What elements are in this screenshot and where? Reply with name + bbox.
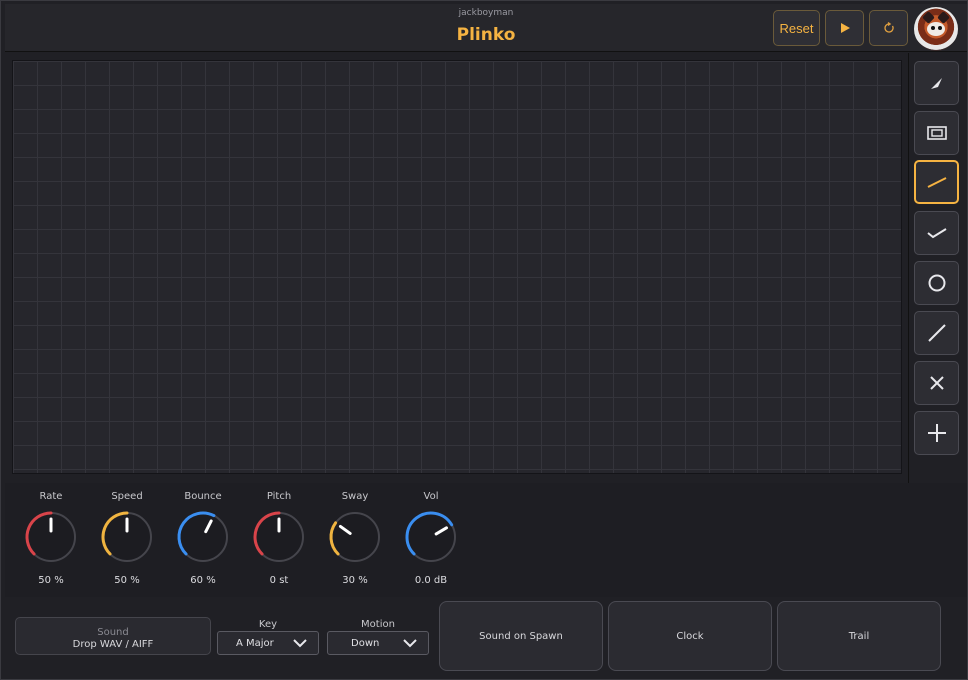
knob-value: 30 % bbox=[342, 575, 368, 586]
knob-panel: Rate 50 % Speed 50 % Bounce 60 % Pitch 0… bbox=[5, 483, 967, 597]
sway-knob-dial[interactable] bbox=[327, 509, 383, 565]
knob-speed[interactable]: Speed 50 % bbox=[92, 483, 162, 586]
box-icon bbox=[926, 126, 947, 140]
author-label: jackboyman bbox=[458, 8, 514, 18]
avatar[interactable] bbox=[914, 7, 958, 51]
line-tool-button[interactable] bbox=[914, 160, 959, 204]
diagonal-line-icon bbox=[927, 324, 946, 342]
delete-tool-button[interactable] bbox=[914, 361, 959, 405]
knob-value: 50 % bbox=[38, 575, 64, 586]
knob-label: Rate bbox=[39, 491, 63, 502]
box-tool-button[interactable] bbox=[914, 111, 959, 155]
pen-icon bbox=[930, 78, 942, 89]
knob-value: 0 st bbox=[269, 575, 289, 586]
sound-drop-hint: Drop WAV / AIFF bbox=[72, 639, 154, 650]
knob-vol[interactable]: Vol 0.0 dB bbox=[396, 483, 466, 586]
close-icon bbox=[929, 376, 944, 390]
knob-label: Vol bbox=[423, 491, 439, 502]
motion-select[interactable]: Down bbox=[327, 631, 429, 655]
plus-icon bbox=[927, 424, 946, 442]
zigzag-tool-button[interactable] bbox=[914, 211, 959, 255]
chevron-down-icon bbox=[403, 639, 417, 648]
add-tool-button[interactable] bbox=[914, 411, 959, 455]
header-bar: jackboyman Plinko Reset bbox=[5, 4, 967, 52]
circle-tool-button[interactable] bbox=[914, 261, 959, 305]
knob-value: 50 % bbox=[114, 575, 140, 586]
pitch-knob-dial[interactable] bbox=[251, 509, 307, 565]
line-icon bbox=[927, 177, 946, 188]
key-value: A Major bbox=[236, 637, 274, 649]
key-select[interactable]: A Major bbox=[217, 631, 319, 655]
bounce-knob-dial[interactable] bbox=[175, 509, 231, 565]
knob-label: Sway bbox=[341, 491, 369, 502]
knob-label: Pitch bbox=[266, 491, 292, 502]
play-button[interactable] bbox=[825, 10, 864, 46]
diagonal-tool-button[interactable] bbox=[914, 311, 959, 355]
sound-on-spawn-button[interactable]: Sound on Spawn bbox=[439, 601, 603, 671]
knob-pitch[interactable]: Pitch 0 st bbox=[244, 483, 314, 586]
clock-button[interactable]: Clock bbox=[608, 601, 772, 671]
circle-icon bbox=[928, 274, 945, 292]
knob-bounce[interactable]: Bounce 60 % bbox=[168, 483, 238, 586]
reset-button[interactable]: Reset bbox=[773, 10, 820, 46]
knob-label: Speed bbox=[111, 491, 143, 502]
knob-label: Bounce bbox=[184, 491, 222, 502]
rate-knob-dial[interactable] bbox=[23, 509, 79, 565]
pen-tool-button[interactable] bbox=[914, 61, 959, 105]
motion-value: Down bbox=[351, 637, 380, 649]
chevron-down-icon bbox=[293, 639, 307, 648]
knob-value: 0.0 dB bbox=[414, 575, 448, 586]
divider bbox=[908, 53, 909, 483]
sound-label: Sound bbox=[97, 627, 129, 638]
motion-label: Motion bbox=[361, 619, 395, 630]
plugin-window: jackboyman Plinko Reset Rate 50 % Speed … bbox=[0, 0, 968, 680]
knob-value: 60 % bbox=[190, 575, 216, 586]
loop-icon bbox=[883, 22, 894, 33]
vol-knob-dial[interactable] bbox=[403, 509, 459, 565]
knob-sway[interactable]: Sway 30 % bbox=[320, 483, 390, 586]
trail-button[interactable]: Trail bbox=[777, 601, 941, 671]
chevron-icon bbox=[926, 228, 947, 239]
speed-knob-dial[interactable] bbox=[99, 509, 155, 565]
app-title: Plinko bbox=[456, 25, 516, 45]
loop-button[interactable] bbox=[869, 10, 908, 46]
key-label: Key bbox=[258, 619, 278, 630]
play-icon bbox=[840, 23, 850, 33]
plinko-canvas[interactable] bbox=[12, 60, 902, 474]
knob-rate[interactable]: Rate 50 % bbox=[16, 483, 86, 586]
sound-drop-zone[interactable]: Sound Drop WAV / AIFF bbox=[15, 617, 211, 655]
